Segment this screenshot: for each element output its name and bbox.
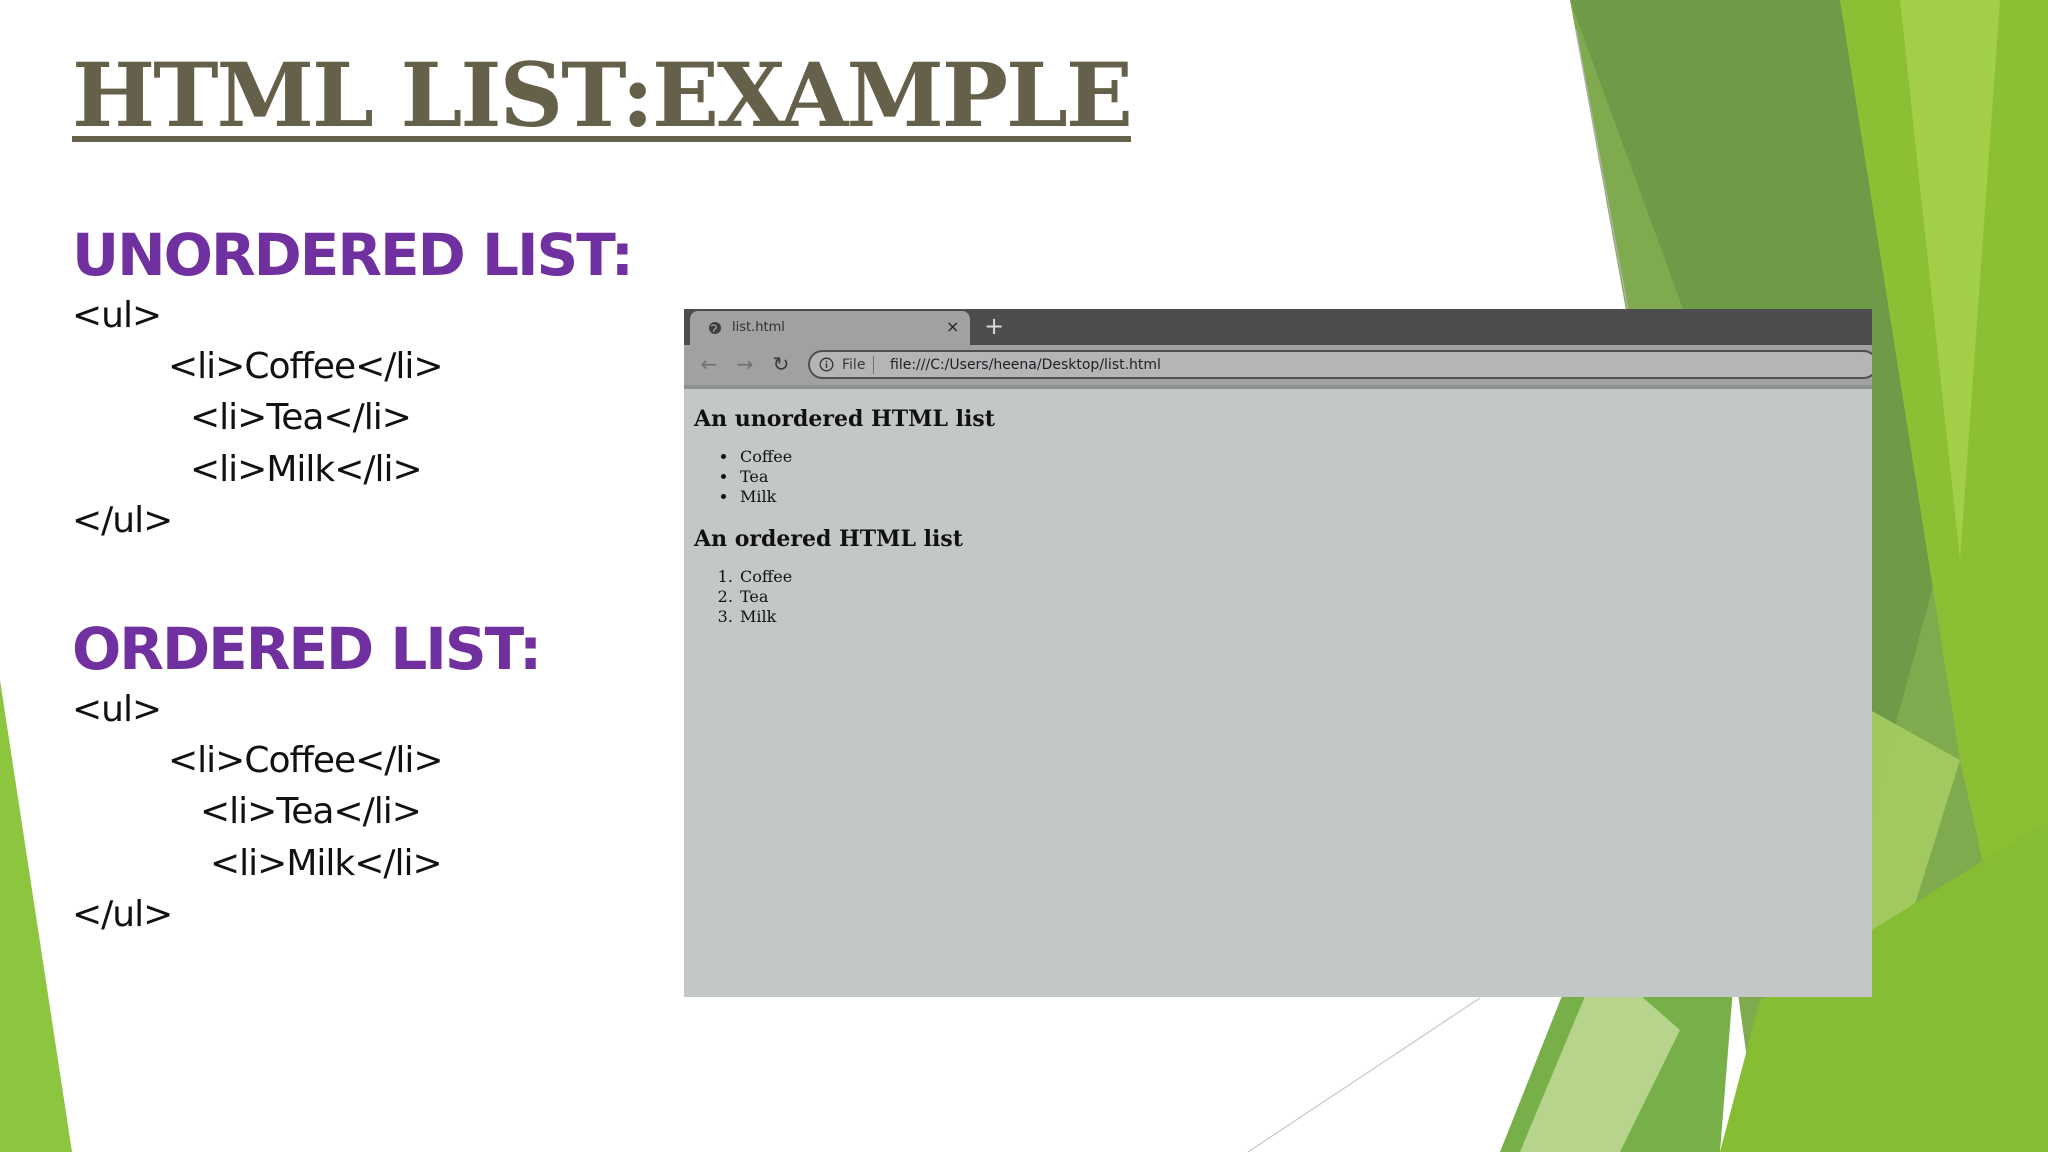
- globe-icon: [709, 322, 721, 334]
- list-item: Tea: [738, 587, 995, 607]
- code-line: </ul>: [72, 894, 173, 935]
- code-line: <ul>: [72, 689, 162, 730]
- unordered-list-heading: UNORDERED LIST:: [72, 221, 634, 289]
- back-icon[interactable]: ←: [698, 353, 720, 375]
- list-item: Milk: [738, 607, 995, 627]
- code-line: <li>Milk</li>: [190, 449, 423, 490]
- reload-icon[interactable]: ↻: [770, 353, 792, 375]
- info-icon[interactable]: [819, 357, 834, 372]
- scheme-label: File: [842, 356, 875, 374]
- code-line: <li>Coffee</li>: [168, 346, 444, 387]
- ordered-list: Coffee Tea Milk: [694, 567, 995, 627]
- code-line: </ul>: [72, 500, 173, 541]
- tab-title: list.html: [732, 320, 785, 335]
- rendered-page: An unordered HTML list Coffee Tea Milk A…: [694, 405, 995, 645]
- code-line: <li>Tea</li>: [190, 397, 412, 438]
- list-item: Coffee: [738, 567, 995, 587]
- close-icon[interactable]: ×: [946, 318, 959, 336]
- forward-icon[interactable]: →: [734, 353, 756, 375]
- page-heading-unordered: An unordered HTML list: [694, 406, 995, 432]
- code-line: <li>Milk</li>: [210, 843, 443, 884]
- url-text[interactable]: file:///C:/Users/heena/Desktop/list.html: [890, 356, 1161, 374]
- address-bar[interactable]: File file:///C:/Users/heena/Desktop/list…: [808, 350, 1872, 379]
- code-line: <li>Tea</li>: [200, 791, 422, 832]
- unordered-list: Coffee Tea Milk: [694, 447, 995, 507]
- tab-strip: list.html × +: [684, 309, 1872, 345]
- code-line: <li>Coffee</li>: [168, 740, 444, 781]
- list-item: Milk: [738, 487, 995, 507]
- slide-title: HTML LIST:EXAMPLE: [72, 43, 1133, 147]
- code-line: <ul>: [72, 295, 162, 336]
- new-tab-button[interactable]: +: [984, 313, 1004, 339]
- ordered-list-heading: ORDERED LIST:: [72, 615, 542, 683]
- browser-tab[interactable]: list.html ×: [690, 311, 970, 345]
- page-heading-ordered: An ordered HTML list: [694, 526, 963, 552]
- browser-screenshot: list.html × + ← → ↻ File file:///C:/User…: [684, 309, 1872, 997]
- list-item: Tea: [738, 467, 995, 487]
- browser-toolbar: ← → ↻ File file:///C:/Users/heena/Deskto…: [684, 345, 1872, 385]
- toolbar-divider: [684, 385, 1872, 389]
- list-item: Coffee: [738, 447, 995, 467]
